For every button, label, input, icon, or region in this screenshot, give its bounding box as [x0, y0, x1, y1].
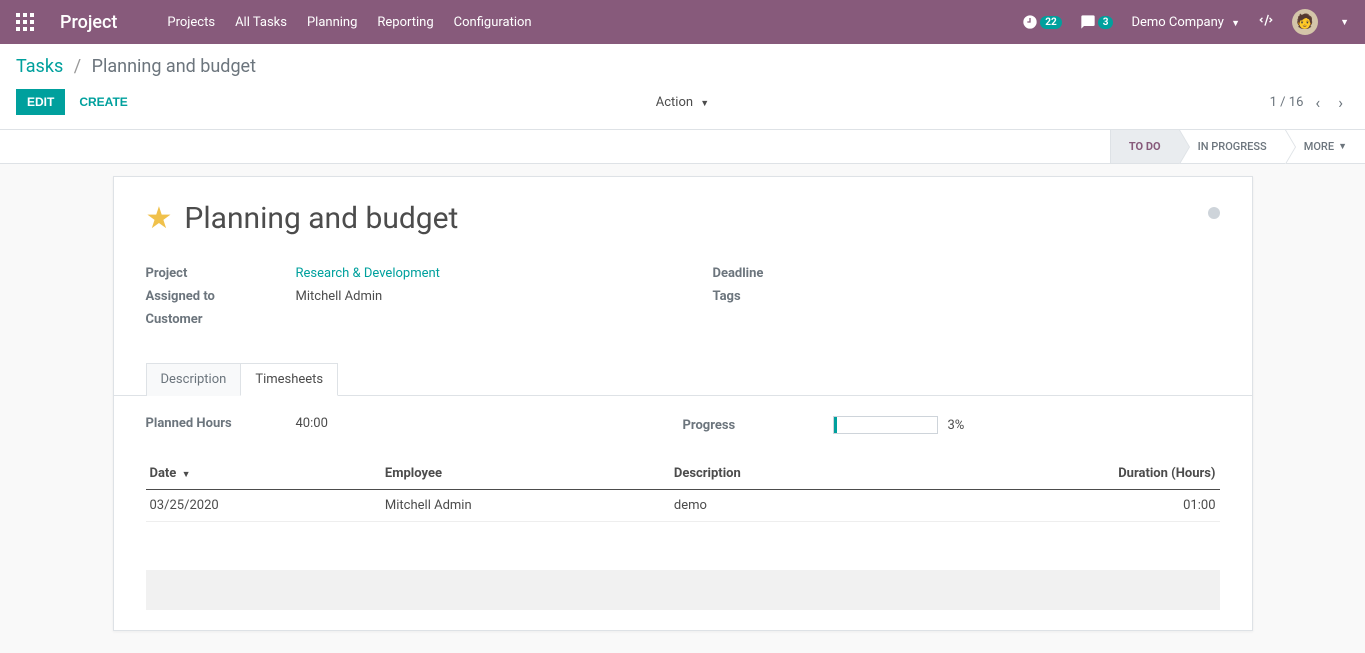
nav-reporting[interactable]: Reporting: [377, 15, 433, 30]
chat-count: 3: [1098, 16, 1114, 29]
pager-next-button[interactable]: ›: [1332, 93, 1349, 112]
tab-timesheets-body: Planned Hours 40:00 Progress 3%: [146, 396, 1220, 630]
pager-position[interactable]: 1 / 16: [1270, 95, 1304, 110]
col-duration[interactable]: Duration (Hours): [898, 458, 1219, 490]
chevron-down-icon: ▼: [1338, 141, 1347, 152]
status-more-label: MORE: [1304, 140, 1334, 153]
field-grid: Project Research & Development Assigned …: [146, 266, 1220, 335]
value-assigned-to: Mitchell Admin: [296, 289, 383, 304]
progress-fill: [834, 417, 837, 433]
apps-icon[interactable]: [16, 13, 34, 31]
nav-all-tasks[interactable]: All Tasks: [235, 15, 287, 30]
cell-employee: Mitchell Admin: [381, 490, 670, 522]
nav-projects[interactable]: Projects: [167, 15, 215, 30]
cell-duration: 01:00: [898, 490, 1219, 522]
form-sheet: ★ Planning and budget Project Research &…: [113, 176, 1253, 631]
chevron-down-icon: ▼: [1340, 17, 1349, 28]
breadcrumb-current: Planning and budget: [92, 56, 256, 77]
label-project: Project: [146, 266, 296, 281]
status-todo[interactable]: TO DO: [1110, 130, 1179, 163]
task-title: Planning and budget: [184, 201, 458, 236]
col-description[interactable]: Description: [670, 458, 898, 490]
sort-desc-icon: ▼: [182, 470, 191, 480]
nav-menu: Projects All Tasks Planning Reporting Co…: [167, 15, 531, 30]
chevron-down-icon: ▼: [700, 99, 709, 109]
status-bar: TO DO IN PROGRESS MORE ▼: [0, 130, 1365, 164]
notebook-tabs: Description Timesheets: [114, 363, 1252, 396]
activity-button[interactable]: 22: [1022, 14, 1061, 30]
nav-planning[interactable]: Planning: [307, 15, 357, 30]
create-button[interactable]: CREATE: [79, 95, 127, 109]
label-deadline: Deadline: [713, 266, 863, 281]
sheet-container: ★ Planning and budget Project Research &…: [0, 164, 1365, 631]
activity-count: 22: [1040, 16, 1061, 29]
kanban-state-dot[interactable]: [1208, 207, 1220, 219]
table-row[interactable]: 03/25/2020 Mitchell Admin demo 01:00: [146, 490, 1220, 522]
breadcrumb: Tasks / Planning and budget: [16, 56, 1349, 77]
breadcrumb-bar: Tasks / Planning and budget: [0, 44, 1365, 79]
chat-icon: [1080, 14, 1096, 30]
control-bar: EDIT CREATE Action ▼ 1 / 16 ‹ ›: [0, 79, 1365, 130]
progress-percent: 3%: [948, 418, 965, 433]
breadcrumb-root[interactable]: Tasks: [16, 56, 63, 77]
tab-description[interactable]: Description: [146, 363, 241, 396]
top-navbar: Project Projects All Tasks Planning Repo…: [0, 0, 1365, 44]
action-dropdown[interactable]: Action ▼: [656, 95, 709, 110]
table-footer: [146, 570, 1220, 610]
user-avatar[interactable]: 🧑: [1292, 9, 1318, 35]
status-in-progress[interactable]: IN PROGRESS: [1179, 130, 1285, 163]
pager: 1 / 16 ‹ ›: [1270, 93, 1349, 112]
chat-button[interactable]: 3: [1080, 14, 1114, 30]
cell-date: 03/25/2020: [146, 490, 381, 522]
col-date[interactable]: Date ▼: [146, 458, 381, 490]
chevron-down-icon: ▼: [1231, 19, 1240, 29]
bug-icon: [1258, 12, 1274, 28]
company-switcher[interactable]: Demo Company ▼: [1131, 15, 1240, 30]
star-icon[interactable]: ★: [146, 204, 173, 234]
status-more[interactable]: MORE ▼: [1285, 130, 1365, 163]
col-employee[interactable]: Employee: [381, 458, 670, 490]
action-label: Action: [656, 95, 693, 110]
clock-icon: [1022, 14, 1038, 30]
nav-configuration[interactable]: Configuration: [454, 15, 532, 30]
edit-button[interactable]: EDIT: [16, 89, 65, 115]
company-label: Demo Company: [1131, 15, 1223, 30]
app-brand[interactable]: Project: [60, 12, 117, 33]
cell-description: demo: [670, 490, 898, 522]
avatar-icon: 🧑: [1296, 14, 1313, 30]
label-assigned-to: Assigned to: [146, 289, 296, 304]
col-date-label: Date: [150, 466, 177, 481]
progress-bar: [833, 416, 938, 434]
label-customer: Customer: [146, 312, 296, 327]
label-progress: Progress: [683, 418, 833, 433]
tab-timesheets[interactable]: Timesheets: [240, 363, 338, 396]
value-project[interactable]: Research & Development: [296, 266, 440, 281]
pager-prev-button[interactable]: ‹: [1309, 93, 1326, 112]
debug-button[interactable]: [1258, 12, 1274, 32]
value-planned-hours: 40:00: [296, 416, 328, 434]
breadcrumb-separator: /: [74, 56, 81, 77]
timesheet-table: Date ▼ Employee Description Duration (Ho…: [146, 458, 1220, 610]
label-planned-hours: Planned Hours: [146, 416, 296, 434]
label-tags: Tags: [713, 289, 863, 304]
